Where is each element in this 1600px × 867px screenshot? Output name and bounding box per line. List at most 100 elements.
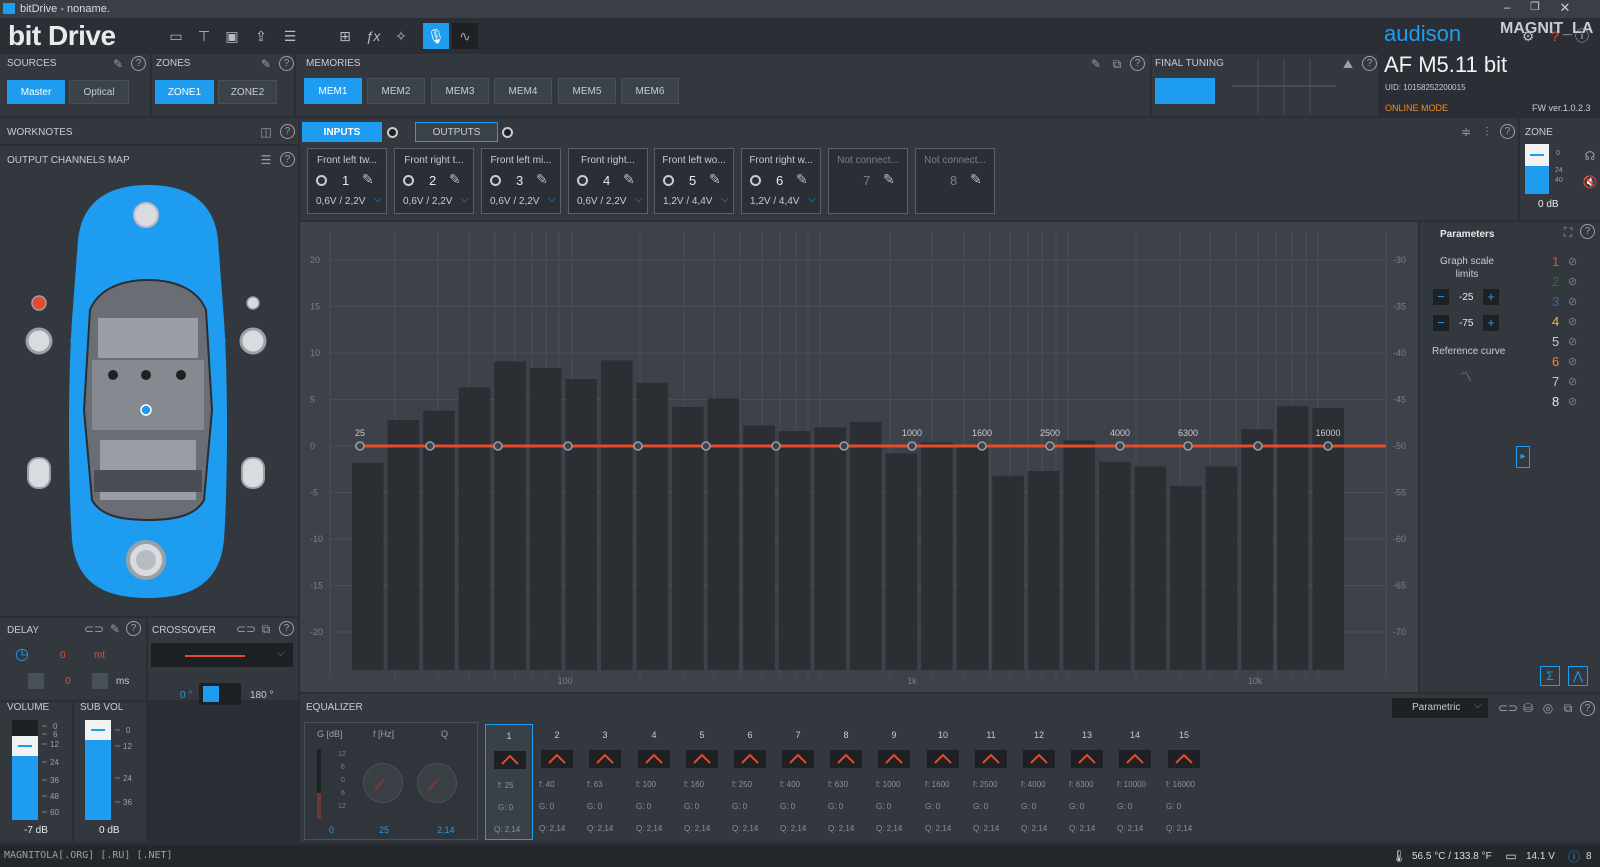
info-icon[interactable]: ⓘ	[1572, 26, 1592, 46]
peak-filter-icon[interactable]	[734, 750, 766, 768]
eq-band-11[interactable]: 11 f: 2500 G: 0 Q: 2,14	[971, 724, 1011, 840]
channel-5-range[interactable]: 1,2V / 4,4V	[663, 196, 712, 207]
channel-5-edit-icon[interactable]: ✎	[709, 171, 721, 188]
eq-band-4-freq[interactable]: f: 100	[636, 780, 656, 789]
channel-7-card[interactable]: Not connect... 7 ✎	[828, 148, 908, 214]
legend-item-6[interactable]: 6 ⊘	[1544, 354, 1594, 372]
eq-band-14[interactable]: 14 f: 10000 G: 0 Q: 2,14	[1115, 724, 1155, 840]
eq-band-5-q[interactable]: Q: 2,14	[684, 824, 710, 833]
subvol-slider-handle[interactable]	[85, 720, 111, 740]
volume-slider[interactable]	[12, 720, 38, 820]
output-map-help-icon[interactable]: ?	[280, 152, 295, 167]
outputs-tab[interactable]: OUTPUTS	[415, 122, 498, 142]
eq-band-10-q[interactable]: Q: 2,14	[925, 824, 951, 833]
response-graph[interactable]: 20 -30 15 -35 10 -40 5 -45 0 -50 -5 -55 -10 -60 -15 -65…	[300, 222, 1418, 692]
legend-item-4[interactable]: 4 ⊘	[1544, 314, 1594, 332]
channel-2-card[interactable]: Front right t... 2 ✎ 0,6V / 2,2V ⌵	[394, 148, 474, 214]
eq-band-5-freq[interactable]: f: 160	[684, 780, 704, 789]
peak-filter-icon[interactable]	[1071, 750, 1103, 768]
eq-band-13[interactable]: 13 f: 6300 G: 0 Q: 2,14	[1067, 724, 1107, 840]
mem2-button[interactable]: MEM2	[367, 78, 425, 104]
sources-edit-icon[interactable]: ✎	[110, 56, 126, 72]
sum-icon[interactable]: Σ	[1540, 666, 1560, 686]
channel-strip-help-icon[interactable]: ?	[1500, 124, 1515, 139]
eq-help-icon[interactable]: ?	[1580, 701, 1595, 716]
eq-band-10[interactable]: 10 f: 1600 G: 0 Q: 2,14	[923, 724, 963, 840]
eye-icon[interactable]: ⊘	[1568, 375, 1577, 388]
mem6-button[interactable]: MEM6	[621, 78, 679, 104]
crossover-help-icon[interactable]: ?	[279, 621, 294, 636]
eq-band-14-gain[interactable]: G: 0	[1117, 802, 1132, 811]
crossover-preview[interactable]: ⌵	[151, 643, 293, 667]
memories-help-icon[interactable]: ?	[1130, 56, 1145, 71]
peak-filter-icon[interactable]	[1023, 750, 1055, 768]
microphone-icon[interactable]: 🎙	[423, 23, 449, 49]
eq-reset-icon[interactable]: ◎	[1540, 700, 1556, 716]
panel-collapse-button[interactable]: ▸	[1516, 446, 1530, 468]
peak-filter-icon[interactable]	[1119, 750, 1151, 768]
eq-freq-knob[interactable]	[363, 763, 403, 803]
eq-q-knob[interactable]	[417, 763, 457, 803]
memories-edit-icon[interactable]: ✎	[1088, 56, 1104, 72]
list-file-icon[interactable]: ☰	[280, 26, 300, 46]
upload-icon[interactable]: ⇪	[251, 26, 271, 46]
delay-help-icon[interactable]: ?	[126, 621, 141, 636]
status-info-icon[interactable]: ⓘ	[1566, 848, 1582, 864]
eq-band-7-gain[interactable]: G: 0	[780, 802, 795, 811]
eq-band-11-q[interactable]: Q: 2,14	[973, 824, 999, 833]
waveform-icon[interactable]: ∿	[452, 23, 478, 49]
eq-band-2-gain[interactable]: G: 0	[539, 802, 554, 811]
volume-slider-handle[interactable]	[12, 736, 38, 756]
zones-help-icon[interactable]: ?	[279, 56, 294, 71]
channel-5-chevron-down-icon[interactable]: ⌵	[721, 194, 729, 205]
delay-checkbox-2[interactable]	[92, 673, 108, 689]
channel-1-edit-icon[interactable]: ✎	[362, 171, 374, 188]
phase-toggle[interactable]	[199, 683, 241, 705]
lower-limit-minus-button[interactable]: −	[1433, 315, 1449, 331]
subvol-slider[interactable]	[85, 720, 111, 820]
eq-gain-slider[interactable]	[317, 749, 321, 819]
eq-band-7-q[interactable]: Q: 2,14	[780, 824, 806, 833]
eq-band-3-q[interactable]: Q: 2,14	[587, 824, 613, 833]
peak-filter-icon[interactable]	[782, 750, 814, 768]
eq-band-6-freq[interactable]: f: 250	[732, 780, 752, 789]
legend-item-2[interactable]: 2 ⊘	[1544, 274, 1594, 292]
final-tuning-button[interactable]	[1155, 78, 1215, 104]
final-tuning-help-icon[interactable]: ?	[1362, 56, 1377, 71]
channel-8-card[interactable]: Not connect... 8 ✎	[915, 148, 995, 214]
channel-3-range[interactable]: 0,6V / 2,2V	[490, 196, 539, 207]
restore-button[interactable]: ❐	[1525, 0, 1545, 18]
channel-1-card[interactable]: Front left tw... 1 ✎ 0,6V / 2,2V ⌵	[307, 148, 387, 214]
help-icon[interactable]: ?	[1545, 26, 1565, 46]
eq-band-9-q[interactable]: Q: 2,14	[876, 824, 902, 833]
channel-2-range[interactable]: 0,6V / 2,2V	[403, 196, 452, 207]
zone-link-icon[interactable]: ☊	[1582, 148, 1598, 164]
eq-band-6-gain[interactable]: G: 0	[732, 802, 747, 811]
eq-band-14-q[interactable]: Q: 2,14	[1117, 824, 1143, 833]
eq-band-4[interactable]: 4 f: 100 G: 0 Q: 2,14	[634, 724, 674, 840]
eq-band-12[interactable]: 12 f: 4000 G: 0 Q: 2,14	[1019, 724, 1059, 840]
channel-4-chevron-down-icon[interactable]: ⌵	[635, 194, 643, 205]
delay-edit-icon[interactable]: ✎	[107, 621, 123, 637]
channel-2-edit-icon[interactable]: ✎	[449, 171, 461, 188]
eq-band-8[interactable]: 8 f: 630 G: 0 Q: 2,14	[826, 724, 866, 840]
channel-2-chevron-down-icon[interactable]: ⌵	[461, 194, 469, 205]
lower-limit-plus-button[interactable]: +	[1483, 315, 1499, 331]
final-tuning-graph-icon[interactable]: ⛰	[1340, 56, 1356, 72]
eq-band-1-q[interactable]: Q: 2,14	[494, 825, 520, 834]
eye-icon[interactable]: ⊘	[1568, 255, 1577, 268]
peak-filter-icon[interactable]	[589, 750, 621, 768]
minimize-button[interactable]: –	[1497, 0, 1517, 18]
crossover-copy-icon[interactable]: ⧉	[258, 621, 274, 637]
delay-link-icon[interactable]: ⊂⊃	[84, 621, 104, 637]
zone2-button[interactable]: ZONE2	[218, 80, 277, 104]
eq-band-7-freq[interactable]: f: 400	[780, 780, 800, 789]
eq-band-5[interactable]: 5 f: 160 G: 0 Q: 2,14	[682, 724, 722, 840]
peak-filter-icon[interactable]	[1168, 750, 1200, 768]
eq-band-15[interactable]: 15 f: 16000 G: 0 Q: 2,14	[1164, 724, 1204, 840]
eq-band-6[interactable]: 6 f: 250 G: 0 Q: 2,14	[730, 724, 770, 840]
eye-icon[interactable]: ⊘	[1568, 275, 1577, 288]
delay-time-value[interactable]: 0	[65, 676, 71, 687]
eq-band-2-q[interactable]: Q: 2,14	[539, 824, 565, 833]
channel-7-edit-icon[interactable]: ✎	[883, 171, 895, 188]
